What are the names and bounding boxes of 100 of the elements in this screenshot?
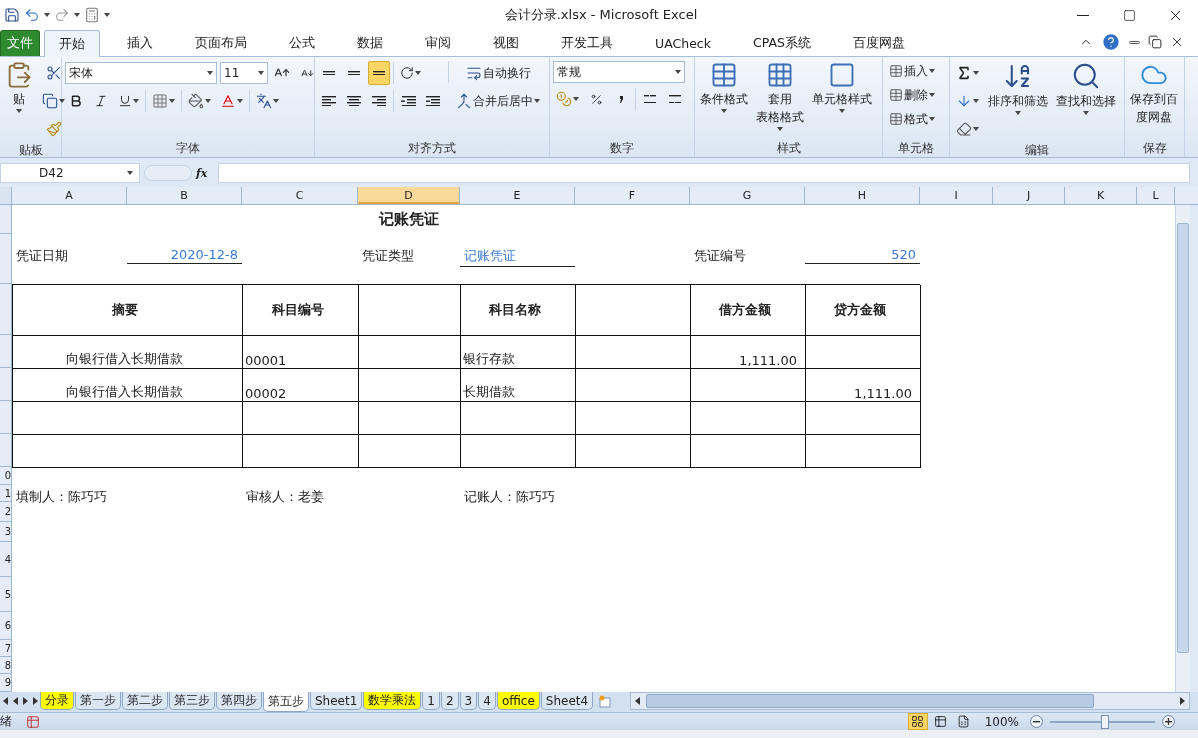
column-header[interactable]: J bbox=[993, 187, 1065, 204]
row-header[interactable]: 1 bbox=[0, 485, 11, 502]
decimal-icon bbox=[669, 94, 681, 104]
ribbon-tab[interactable]: 开发工具 bbox=[546, 30, 628, 56]
indent-icon bbox=[426, 95, 440, 107]
caret-icon bbox=[415, 71, 421, 75]
font-size-field[interactable]: 11 bbox=[220, 62, 268, 84]
vertical-align-button[interactable] bbox=[368, 61, 390, 85]
row-header[interactable]: 8 bbox=[0, 657, 11, 674]
name-box[interactable]: D42 bbox=[0, 163, 140, 183]
sheet-tab[interactable]: 第一步 bbox=[75, 692, 121, 710]
row-header[interactable]: 6 bbox=[0, 612, 11, 640]
caret-icon bbox=[929, 69, 935, 73]
caret-icon bbox=[44, 13, 50, 17]
save-to-cloud-button[interactable]: 保存到百 度网盘 bbox=[1128, 61, 1180, 125]
cells-menu-button[interactable]: 插入 bbox=[886, 61, 938, 81]
column-header[interactable]: F bbox=[575, 187, 690, 204]
sheet-tab[interactable]: Sheet1 bbox=[310, 692, 363, 710]
caret-icon bbox=[104, 13, 110, 17]
ribbon-tab[interactable]: 公式 bbox=[274, 30, 330, 56]
wrap-text-button[interactable]: 自动换行 bbox=[453, 61, 543, 85]
find-select-button[interactable]: 查找和选择 bbox=[1054, 61, 1118, 115]
row-header[interactable]: 3 bbox=[0, 522, 11, 542]
sheet-tab[interactable]: 第四步 bbox=[216, 692, 262, 710]
caret-icon bbox=[929, 93, 935, 97]
row-header[interactable]: 0 bbox=[0, 467, 11, 485]
file-tab[interactable]: 文件 bbox=[0, 30, 40, 56]
paste-button[interactable]: 贴 bbox=[3, 61, 35, 113]
merge-center-button[interactable]: 合并后居中 bbox=[453, 89, 543, 113]
sheet-tab[interactable]: 数学乘法 bbox=[363, 692, 422, 710]
sheet-tab[interactable]: Sheet4 bbox=[540, 692, 594, 710]
column-header[interactable]: B bbox=[127, 187, 242, 204]
column-header[interactable]: K bbox=[1065, 187, 1137, 204]
column-header[interactable]: H bbox=[805, 187, 920, 204]
zoom-in-icon[interactable] bbox=[1162, 715, 1175, 728]
row-header[interactable]: 5 bbox=[0, 577, 11, 612]
scroll-left-icon[interactable] bbox=[635, 697, 641, 705]
sheet-tab[interactable]: 分录 bbox=[40, 692, 74, 710]
minimize-icon bbox=[1077, 14, 1089, 16]
scroll-right-icon[interactable] bbox=[1180, 697, 1185, 705]
type-label: 凭证类型 bbox=[361, 247, 415, 265]
group-label: 对齐方式 bbox=[407, 140, 457, 157]
sheet-tab[interactable]: 1 bbox=[422, 692, 440, 710]
column-header[interactable]: G bbox=[690, 187, 805, 204]
column-header[interactable]: L bbox=[1137, 187, 1175, 204]
ribbon-tab[interactable]: UACheck bbox=[640, 30, 726, 56]
horizontal-scrollbar[interactable] bbox=[630, 692, 1190, 710]
sheet-tab[interactable]: 第二步 bbox=[122, 692, 168, 710]
minimize-icon[interactable] bbox=[1129, 40, 1140, 44]
column-header[interactable]: E bbox=[460, 187, 575, 204]
column-header[interactable]: D bbox=[358, 187, 460, 204]
wrap-text-icon bbox=[465, 65, 482, 81]
caret-icon bbox=[973, 127, 979, 131]
sheet-tab[interactable]: office bbox=[496, 692, 540, 710]
conditional-format-button[interactable]: 条件格式 bbox=[698, 61, 750, 113]
phonetic-icon bbox=[256, 93, 272, 109]
caret-icon bbox=[777, 127, 783, 131]
insert-function-button[interactable]: fx bbox=[196, 166, 218, 180]
ribbon-tab[interactable]: 视图 bbox=[478, 30, 534, 56]
formula-bar-handle[interactable] bbox=[144, 165, 192, 181]
formula-input[interactable] bbox=[218, 163, 1190, 183]
table-format-button[interactable]: 套用 表格格式 bbox=[754, 61, 806, 131]
zoom-thumb[interactable] bbox=[1100, 714, 1109, 729]
sheet-tab[interactable]: 3 bbox=[459, 692, 478, 710]
ribbon-tab[interactable]: 百度网盘 bbox=[837, 30, 920, 56]
sheet-tab[interactable]: 第三步 bbox=[169, 692, 215, 710]
font-name-field[interactable]: 宋体 bbox=[65, 62, 217, 84]
cells-menu-button[interactable]: 删除 bbox=[886, 85, 938, 105]
column-header[interactable]: A bbox=[12, 187, 127, 204]
row-header[interactable]: 2 bbox=[0, 502, 11, 522]
vertical-scrollbar[interactable] bbox=[1175, 205, 1190, 692]
table-cell: 00001 bbox=[243, 336, 359, 369]
ribbon-tab[interactable]: 页面布局 bbox=[180, 30, 262, 56]
table-cell: 向银行借入长期借款 bbox=[13, 336, 243, 369]
group-label: 字体 bbox=[175, 140, 201, 157]
ribbon-tab[interactable]: 插入 bbox=[112, 30, 168, 56]
cell-styles-button[interactable]: 单元格样式 bbox=[810, 61, 874, 113]
copy-icon bbox=[42, 93, 58, 109]
ribbon-tab[interactable]: 开始 bbox=[44, 30, 100, 57]
number-format-field[interactable]: 常规 bbox=[553, 61, 685, 83]
view-button[interactable] bbox=[907, 713, 928, 730]
zoom-out-icon[interactable] bbox=[1030, 715, 1043, 728]
ribbon-tab[interactable]: CPAS系统 bbox=[737, 30, 826, 56]
signature-text: 填制人：陈巧巧 bbox=[15, 488, 108, 506]
ribbon-tab[interactable]: 数据 bbox=[342, 30, 398, 56]
cells-menu-button[interactable]: 格式 bbox=[886, 109, 938, 129]
sheet-tab[interactable]: 2 bbox=[440, 692, 459, 710]
sheet-tab[interactable]: 4 bbox=[478, 692, 496, 710]
column-heading: 科目编号 bbox=[243, 285, 359, 336]
caret-icon bbox=[1083, 111, 1089, 115]
sort-filter-button[interactable]: 排序和筛选 bbox=[986, 61, 1050, 115]
ribbon-tab[interactable]: 审阅 bbox=[410, 30, 466, 56]
caret-icon bbox=[675, 70, 681, 74]
row-header[interactable]: 7 bbox=[0, 640, 11, 657]
indent-icon bbox=[400, 95, 416, 107]
column-header[interactable]: I bbox=[920, 187, 993, 204]
sheet-tab[interactable]: 第五步 bbox=[263, 692, 309, 712]
row-header[interactable]: 4 bbox=[0, 542, 11, 577]
caret-icon bbox=[59, 99, 65, 103]
table-cell: 1,111.00 bbox=[806, 369, 921, 402]
